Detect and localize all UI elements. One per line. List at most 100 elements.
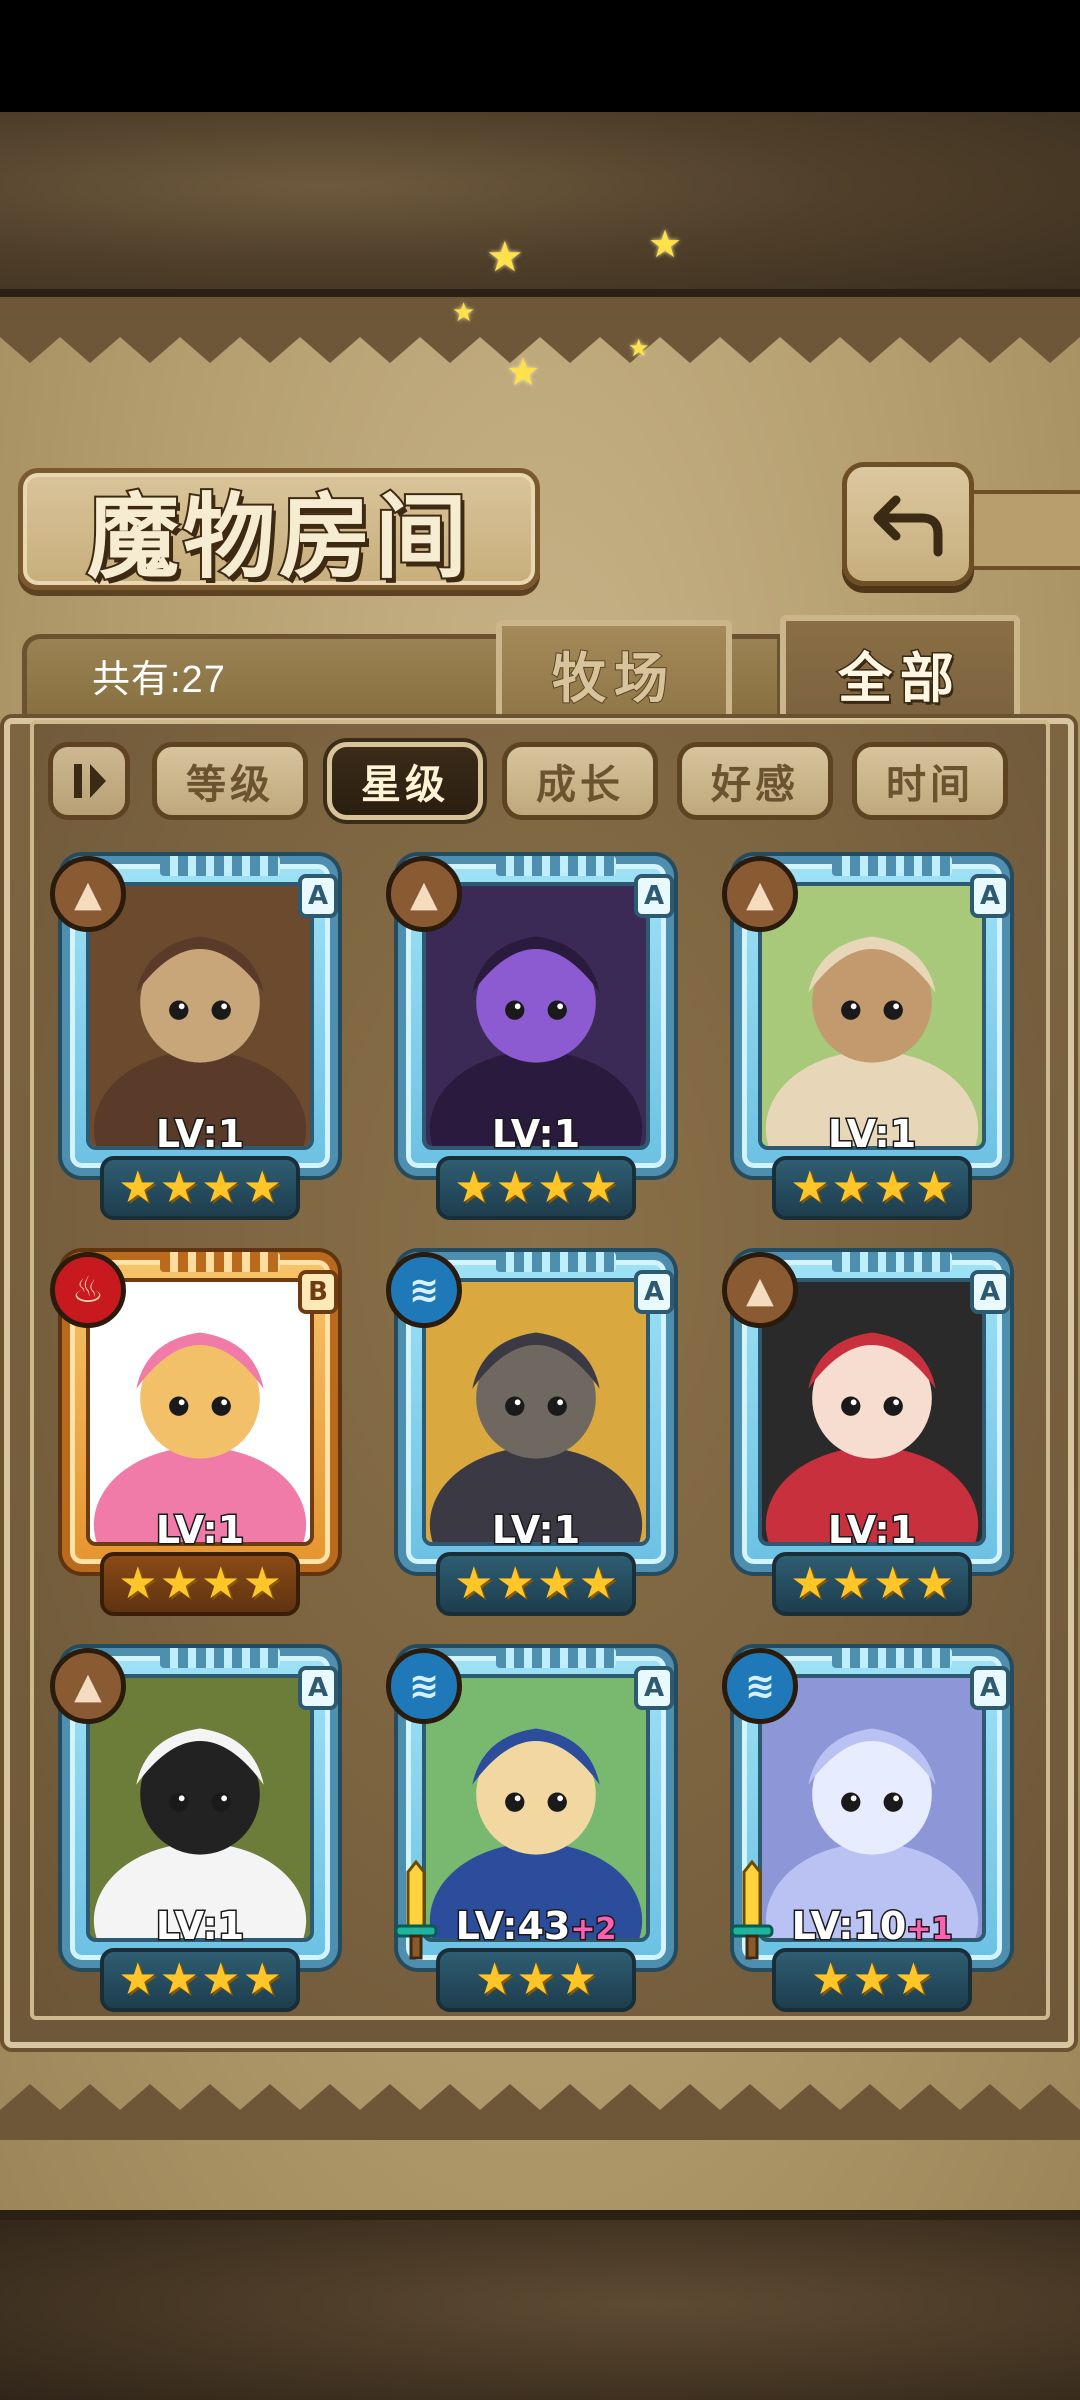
star-rating: ★ ★ ★ ★ [100,1948,300,2012]
monster-card[interactable]: A ▲ LV:1 ★ ★ ★ ★ [50,1648,350,2018]
monster-level: LV:1 [50,1903,350,1950]
star-icon: ★ [831,1558,871,1609]
star-rating: ★ ★ ★ ★ [772,1156,972,1220]
star-icon: ★ [873,1162,913,1213]
earth-element-icon: ▲ [386,856,462,932]
monster-card[interactable]: A ≋ LV:43+2 ★ ★ ★ [386,1648,686,2018]
monster-level: LV:43+2 [386,1903,686,1950]
star-rating: ★ ★ ★ [436,1948,636,2012]
monster-portrait [422,1278,650,1546]
monster-portrait [758,1278,986,1546]
tab-ranch[interactable]: 牧场 [496,620,732,720]
star-icon: ★ [873,1558,913,1609]
star-icon: ★ [201,1954,241,2005]
star-icon: ★ [159,1954,199,2005]
back-button[interactable] [842,462,974,586]
monster-level: LV:1 [386,1111,686,1158]
level-value: LV:1 [490,1507,581,1554]
star-icon: ★ [118,1954,158,2005]
monster-level: LV:1 [386,1507,686,1554]
monster-card[interactable]: A ≋ LV:10+1 ★ ★ ★ [722,1648,1022,2018]
level-value: LV:1 [154,1507,245,1554]
star-icon: ★ [557,1954,598,2005]
water-element-icon: ≋ [722,1648,798,1724]
level-value: LV:1 [826,1507,917,1554]
monster-level: LV:1 [50,1507,350,1554]
card-frame-ornament [160,1252,280,1272]
rank-badge: A [634,874,674,918]
star-icon: ★ [537,1162,577,1213]
star-icon: ★ [242,1162,282,1213]
sparkle-star-icon: ★ [648,222,683,266]
back-arrow-icon [873,495,943,557]
earth-element-icon: ▲ [50,856,126,932]
card-frame-ornament [832,1252,952,1272]
rank-badge: A [970,1666,1010,1710]
level-value: LV:1 [826,1111,917,1158]
sort-by-affection-button[interactable]: 好感 [677,742,833,820]
monster-level: LV:1 [50,1111,350,1158]
sparkle-star-icon: ★ [486,232,524,281]
level-bonus: +2 [569,1911,618,1949]
sort-by-stars-button[interactable]: 星级 [327,742,483,820]
tab-all[interactable]: 全部 [780,615,1020,725]
rank-badge: A [970,874,1010,918]
star-icon: ★ [790,1162,830,1213]
monster-card[interactable]: B ♨ LV:1 ★ ★ ★ ★ [50,1252,350,1622]
fire-element-icon: ♨ [50,1252,126,1328]
title-banner: 魔物房间 [18,468,540,593]
star-icon: ★ [474,1954,515,2005]
card-frame-ornament [160,1648,280,1668]
star-icon: ★ [790,1558,830,1609]
star-rating: ★ ★ ★ ★ [100,1552,300,1616]
water-element-icon: ≋ [386,1252,462,1328]
star-icon: ★ [201,1558,241,1609]
card-frame-ornament [496,856,616,876]
earth-element-icon: ▲ [722,1252,798,1328]
card-frame-ornament [832,856,952,876]
monster-portrait [86,882,314,1150]
top-map-background [0,112,1080,297]
card-frame-ornament [832,1648,952,1668]
star-icon: ★ [516,1954,556,2005]
level-value: LV:10 [790,1903,908,1950]
monster-card[interactable]: A ▲ LV:1 ★ ★ ★ ★ [722,856,1022,1226]
level-value: LV:1 [490,1111,581,1158]
star-icon: ★ [201,1162,241,1213]
sort-by-time-button[interactable]: 时间 [852,742,1008,820]
level-value: LV:43 [454,1903,572,1950]
sort-by-level-button[interactable]: 等级 [152,742,308,820]
card-frame-ornament [160,856,280,876]
star-icon: ★ [118,1558,158,1609]
star-icon: ★ [537,1558,577,1609]
monster-card[interactable]: A ▲ LV:1 ★ ★ ★ ★ [722,1252,1022,1622]
card-frame-ornament [496,1252,616,1272]
star-rating: ★ ★ ★ ★ [436,1552,636,1616]
earth-element-icon: ▲ [722,856,798,932]
sort-order-icon [74,764,106,798]
sort-by-growth-button[interactable]: 成长 [502,742,658,820]
star-icon: ★ [893,1954,934,2005]
monster-card[interactable]: A ▲ LV:1 ★ ★ ★ ★ [386,856,686,1226]
star-icon: ★ [831,1162,871,1213]
star-rating: ★ ★ ★ ★ [100,1156,300,1220]
star-icon: ★ [495,1162,535,1213]
monster-card[interactable]: A ▲ LV:1 ★ ★ ★ ★ [50,856,350,1226]
monster-level: LV:1 [722,1111,1022,1158]
total-count: 共有:27 [92,659,226,701]
sort-order-toggle[interactable] [48,742,130,820]
monster-portrait [86,1674,314,1942]
star-icon: ★ [159,1558,199,1609]
card-frame-ornament [496,1648,616,1668]
monster-portrait [86,1278,314,1546]
monster-level: LV:1 [722,1507,1022,1554]
monster-card[interactable]: A ≋ LV:1 ★ ★ ★ ★ [386,1252,686,1622]
monster-portrait [422,1674,650,1942]
sparkle-star-icon: ★ [628,334,650,362]
star-icon: ★ [810,1954,851,2005]
star-icon: ★ [118,1162,158,1213]
star-icon: ★ [578,1558,618,1609]
star-icon: ★ [578,1162,618,1213]
level-bonus: +1 [905,1911,954,1949]
monster-portrait [758,882,986,1150]
